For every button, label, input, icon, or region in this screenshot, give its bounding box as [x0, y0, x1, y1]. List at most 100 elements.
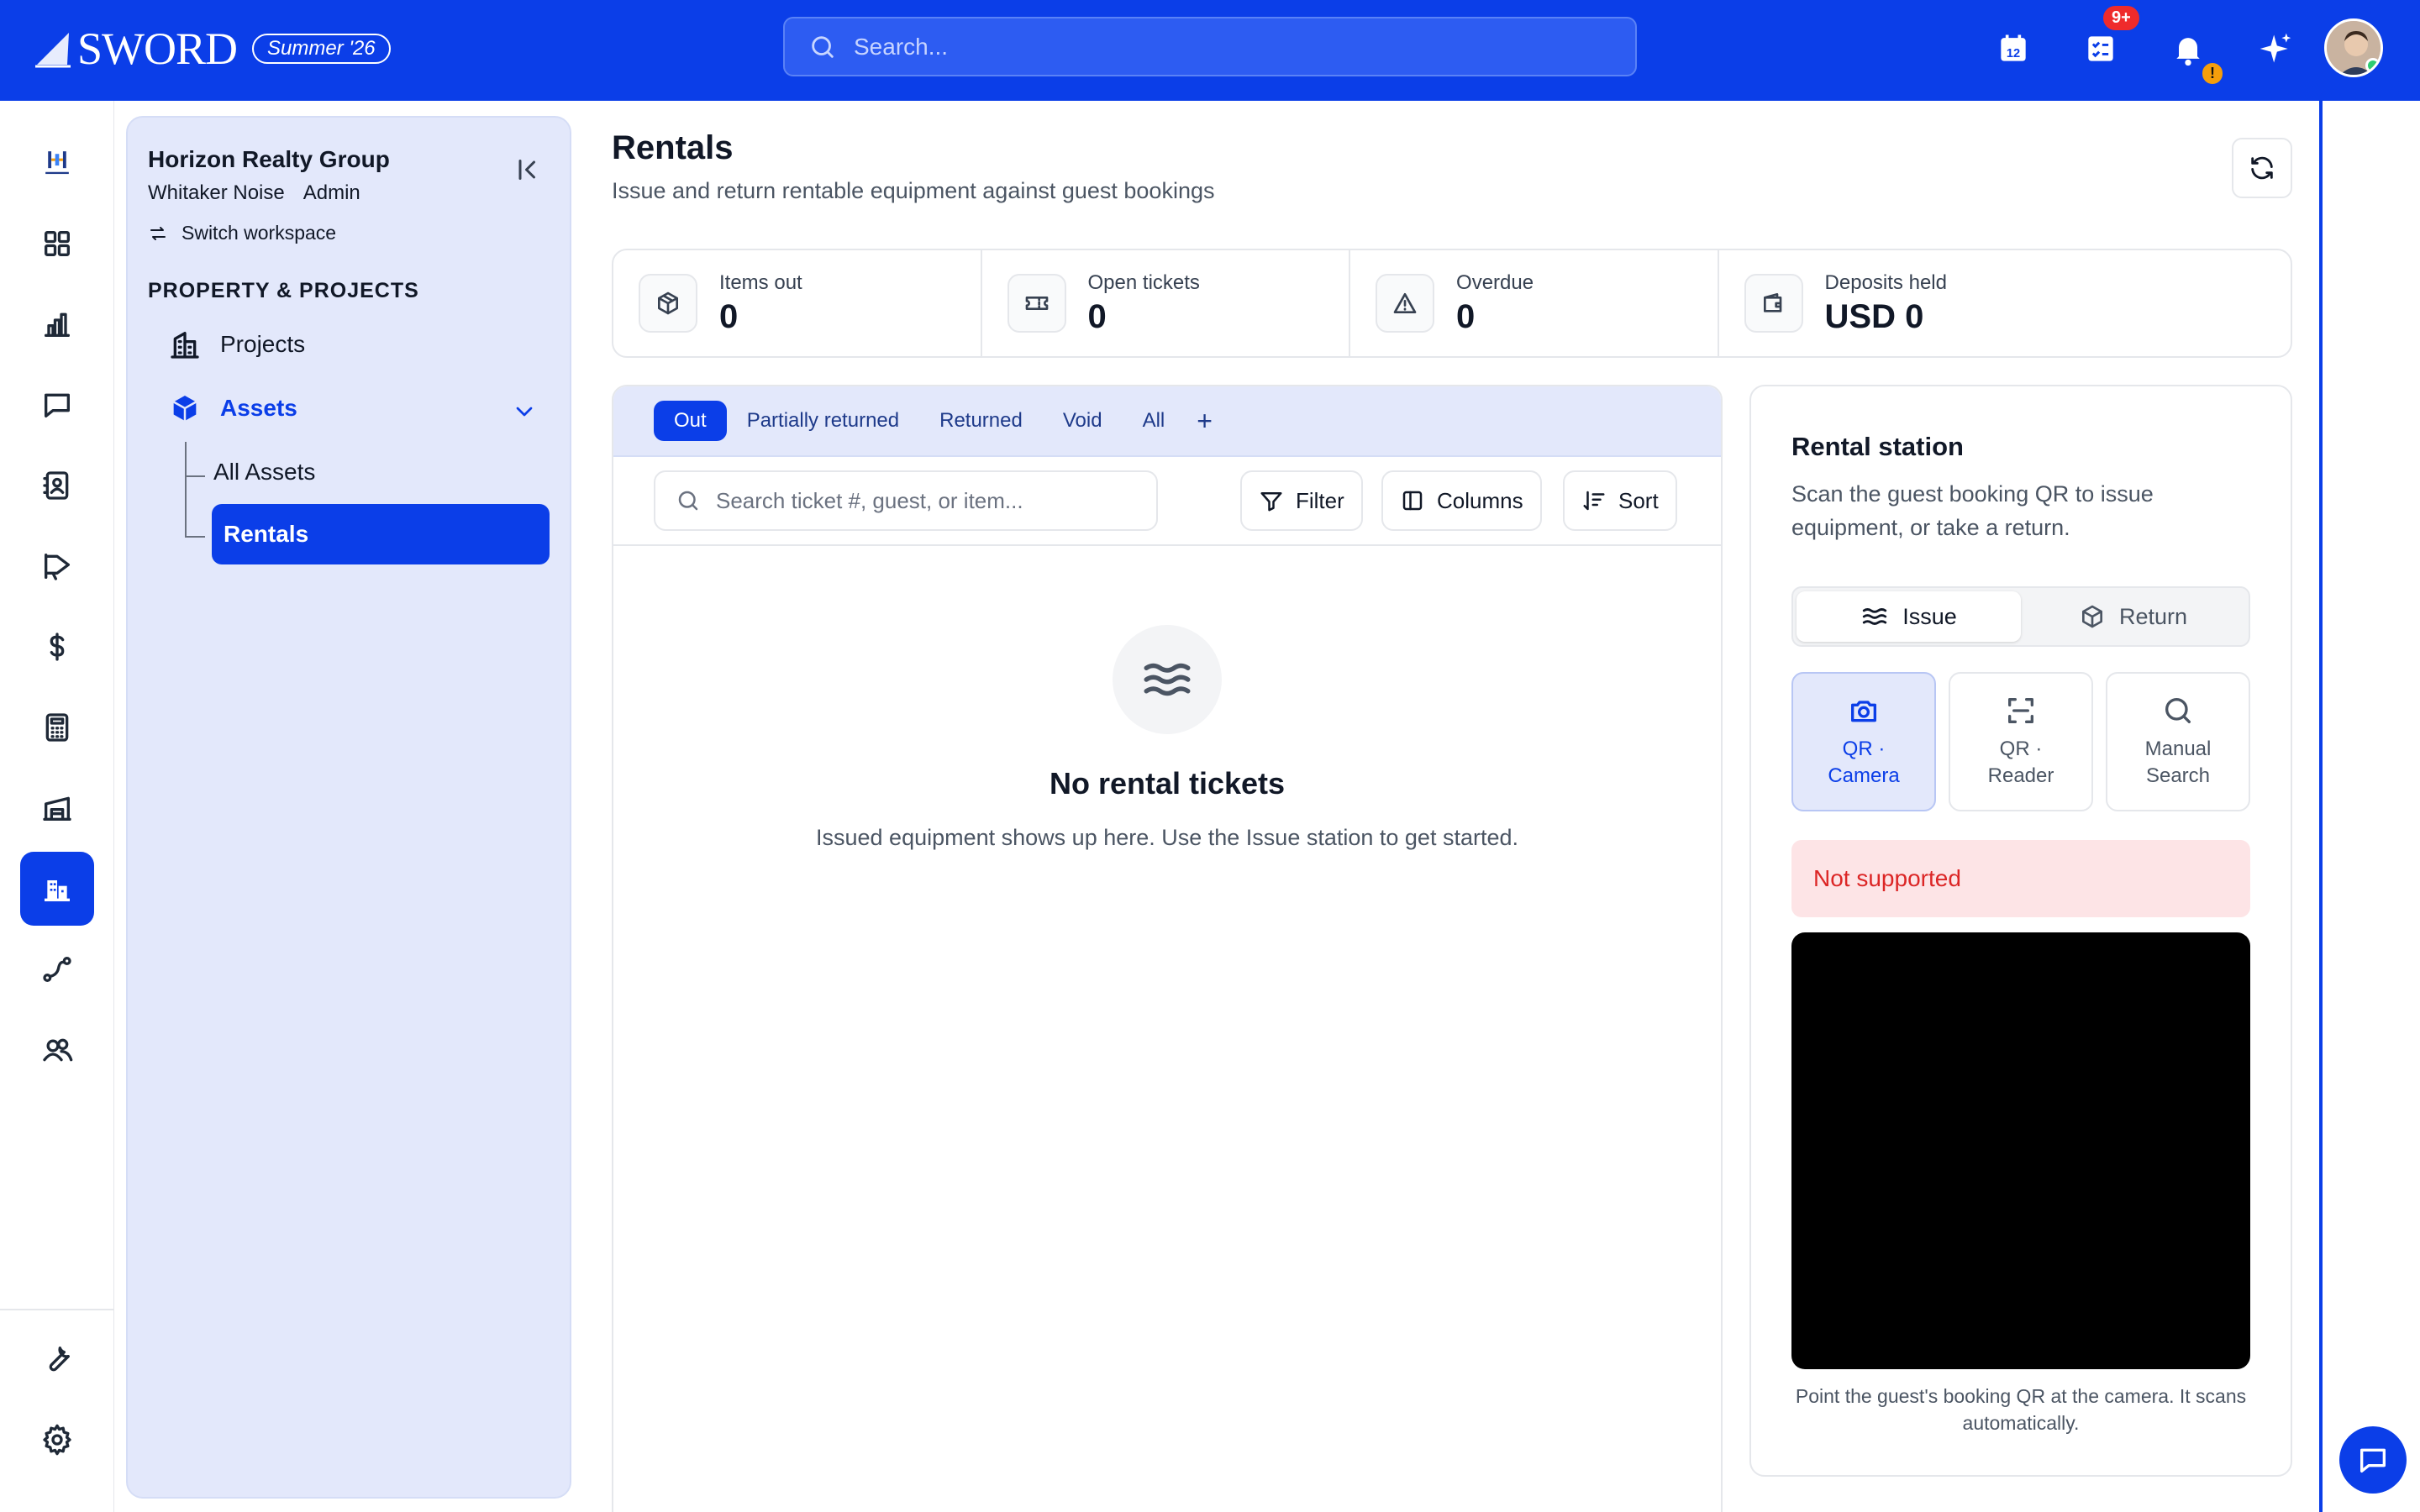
stat-icon-wrap [1744, 274, 1803, 333]
not-supported-alert: Not supported [1791, 840, 2250, 917]
rail-contacts[interactable] [20, 449, 94, 522]
stats-bar: Items out 0 Open tickets 0 Overdue 0 Dep… [612, 249, 2292, 358]
ticket-search-input[interactable] [716, 487, 1136, 514]
tab-returned[interactable]: Returned [919, 401, 1043, 441]
collapse-sidebar-button[interactable] [513, 155, 543, 185]
user-avatar[interactable] [2324, 18, 2383, 77]
collapse-left-icon [518, 160, 535, 180]
mode-line1: QR · [1999, 738, 2043, 760]
notifications-button[interactable] [2170, 30, 2207, 67]
tree-elbow [185, 475, 205, 477]
stat-deposits-held: Deposits held USD 0 [1719, 250, 2291, 356]
nav-all-assets[interactable]: All Assets [213, 459, 315, 486]
logo[interactable]: SWORD Summer '26 [34, 24, 391, 74]
nav-assets[interactable]: Assets [168, 391, 297, 425]
filter-button[interactable]: Filter [1240, 470, 1363, 531]
scan-icon [2008, 698, 2033, 723]
calendar-button[interactable]: 12 [1995, 30, 2032, 67]
rail-analytics[interactable] [20, 287, 94, 361]
rail-messages[interactable] [20, 368, 94, 442]
tickets-table-card: Out Partially returned Returned Void All… [612, 385, 1723, 1512]
rail-workflows[interactable] [20, 932, 94, 1006]
bell-alert-badge: ! [2200, 60, 2225, 87]
rail-settings[interactable] [20, 1403, 94, 1477]
module-sidebar: Horizon Realty Group Whitaker Noise Admi… [126, 116, 571, 1499]
wrench-icon [49, 1347, 71, 1372]
refresh-button[interactable] [2232, 138, 2292, 198]
warning-icon [1393, 293, 1417, 313]
nav-rentals[interactable]: Rentals [212, 504, 550, 564]
building-icon [171, 332, 199, 359]
mode-manual-search[interactable]: Manual Search [2106, 672, 2250, 811]
global-search[interactable] [783, 17, 1637, 76]
app-rail [0, 101, 114, 1512]
horizon-logo[interactable] [20, 126, 94, 200]
assets-expand-toggle[interactable] [511, 398, 538, 425]
calendar-icon: 12 [2001, 34, 2026, 61]
tab-partially-returned[interactable]: Partially returned [727, 401, 919, 441]
mode-line2: Camera [1828, 764, 1900, 787]
rental-station-panel: Rental station Scan the guest booking QR… [1749, 385, 2292, 1477]
rail-warehouse[interactable] [20, 771, 94, 845]
add-view-button[interactable]: + [1197, 406, 1213, 437]
return-toggle[interactable]: Return [2021, 591, 2245, 642]
support-chat-button[interactable] [2339, 1426, 2407, 1494]
sparkle-icon [2260, 33, 2291, 63]
nav-projects[interactable]: Projects [168, 328, 305, 361]
tab-void[interactable]: Void [1043, 401, 1123, 441]
rail-divider [0, 1309, 114, 1310]
tab-out[interactable]: Out [654, 401, 727, 441]
issue-return-toggle: Issue Return [1791, 586, 2250, 647]
mode-qr-camera[interactable]: QR · Camera [1791, 672, 1936, 811]
search-icon [2165, 698, 2191, 723]
box-icon [658, 291, 678, 315]
stat-icon-wrap [1007, 274, 1066, 333]
empty-state-illustration [1113, 625, 1222, 734]
switch-workspace-link[interactable]: Switch workspace [148, 222, 336, 244]
calculator-icon [45, 713, 69, 742]
empty-state-title: No rental tickets [1049, 766, 1286, 801]
ticket-search[interactable] [654, 470, 1158, 531]
stat-value: 0 [719, 297, 739, 335]
rail-finance[interactable] [20, 610, 94, 684]
stat-value: 0 [1456, 297, 1476, 335]
global-search-input[interactable] [854, 33, 1526, 60]
issue-label: Issue [1902, 603, 1957, 629]
stat-icon-wrap [639, 274, 697, 333]
rail-dashboard[interactable] [20, 207, 94, 281]
filter-icon [1260, 492, 1282, 512]
waves-icon [1863, 608, 1887, 625]
sort-label: Sort [1618, 487, 1659, 513]
rail-tools[interactable] [20, 1322, 94, 1396]
mode-line2: Reader [1987, 764, 2054, 787]
ai-assistant-button[interactable] [2257, 30, 2294, 67]
rail-marketing[interactable] [20, 529, 94, 603]
stat-items-out: Items out 0 [613, 250, 982, 356]
user-info: Whitaker Noise Admin [148, 181, 360, 205]
waves-icon [1144, 663, 1191, 696]
sort-button[interactable]: Sort [1563, 470, 1677, 531]
columns-button[interactable]: Columns [1381, 470, 1542, 531]
mode-qr-reader[interactable]: QR · Reader [1949, 672, 2093, 811]
nav-rentals-label: Rentals [224, 521, 309, 547]
tree-elbow [185, 536, 205, 538]
tasks-button[interactable] [2082, 30, 2119, 67]
user-name: Whitaker Noise [148, 181, 285, 204]
chevron-down-icon [516, 407, 533, 417]
issue-toggle[interactable]: Issue [1797, 591, 2021, 642]
rail-calculator[interactable] [20, 690, 94, 764]
rail-team[interactable] [20, 1013, 94, 1087]
rail-property[interactable] [20, 852, 94, 926]
mode-line2: Search [2145, 764, 2211, 787]
empty-state-subtitle: Issued equipment shows up here. Use the … [816, 825, 1518, 850]
tree-line [185, 442, 187, 538]
wallet-icon [1763, 293, 1781, 312]
tab-all[interactable]: All [1123, 401, 1186, 441]
stat-label: Overdue [1456, 270, 1534, 294]
online-status-dot [2365, 58, 2381, 73]
calendar-day: 12 [2007, 47, 2020, 60]
status-tabs: Out Partially returned Returned Void All… [613, 386, 1721, 457]
marketing-icon [45, 554, 71, 580]
warehouse-icon [43, 796, 71, 821]
right-panel-edge [2319, 101, 2323, 1512]
